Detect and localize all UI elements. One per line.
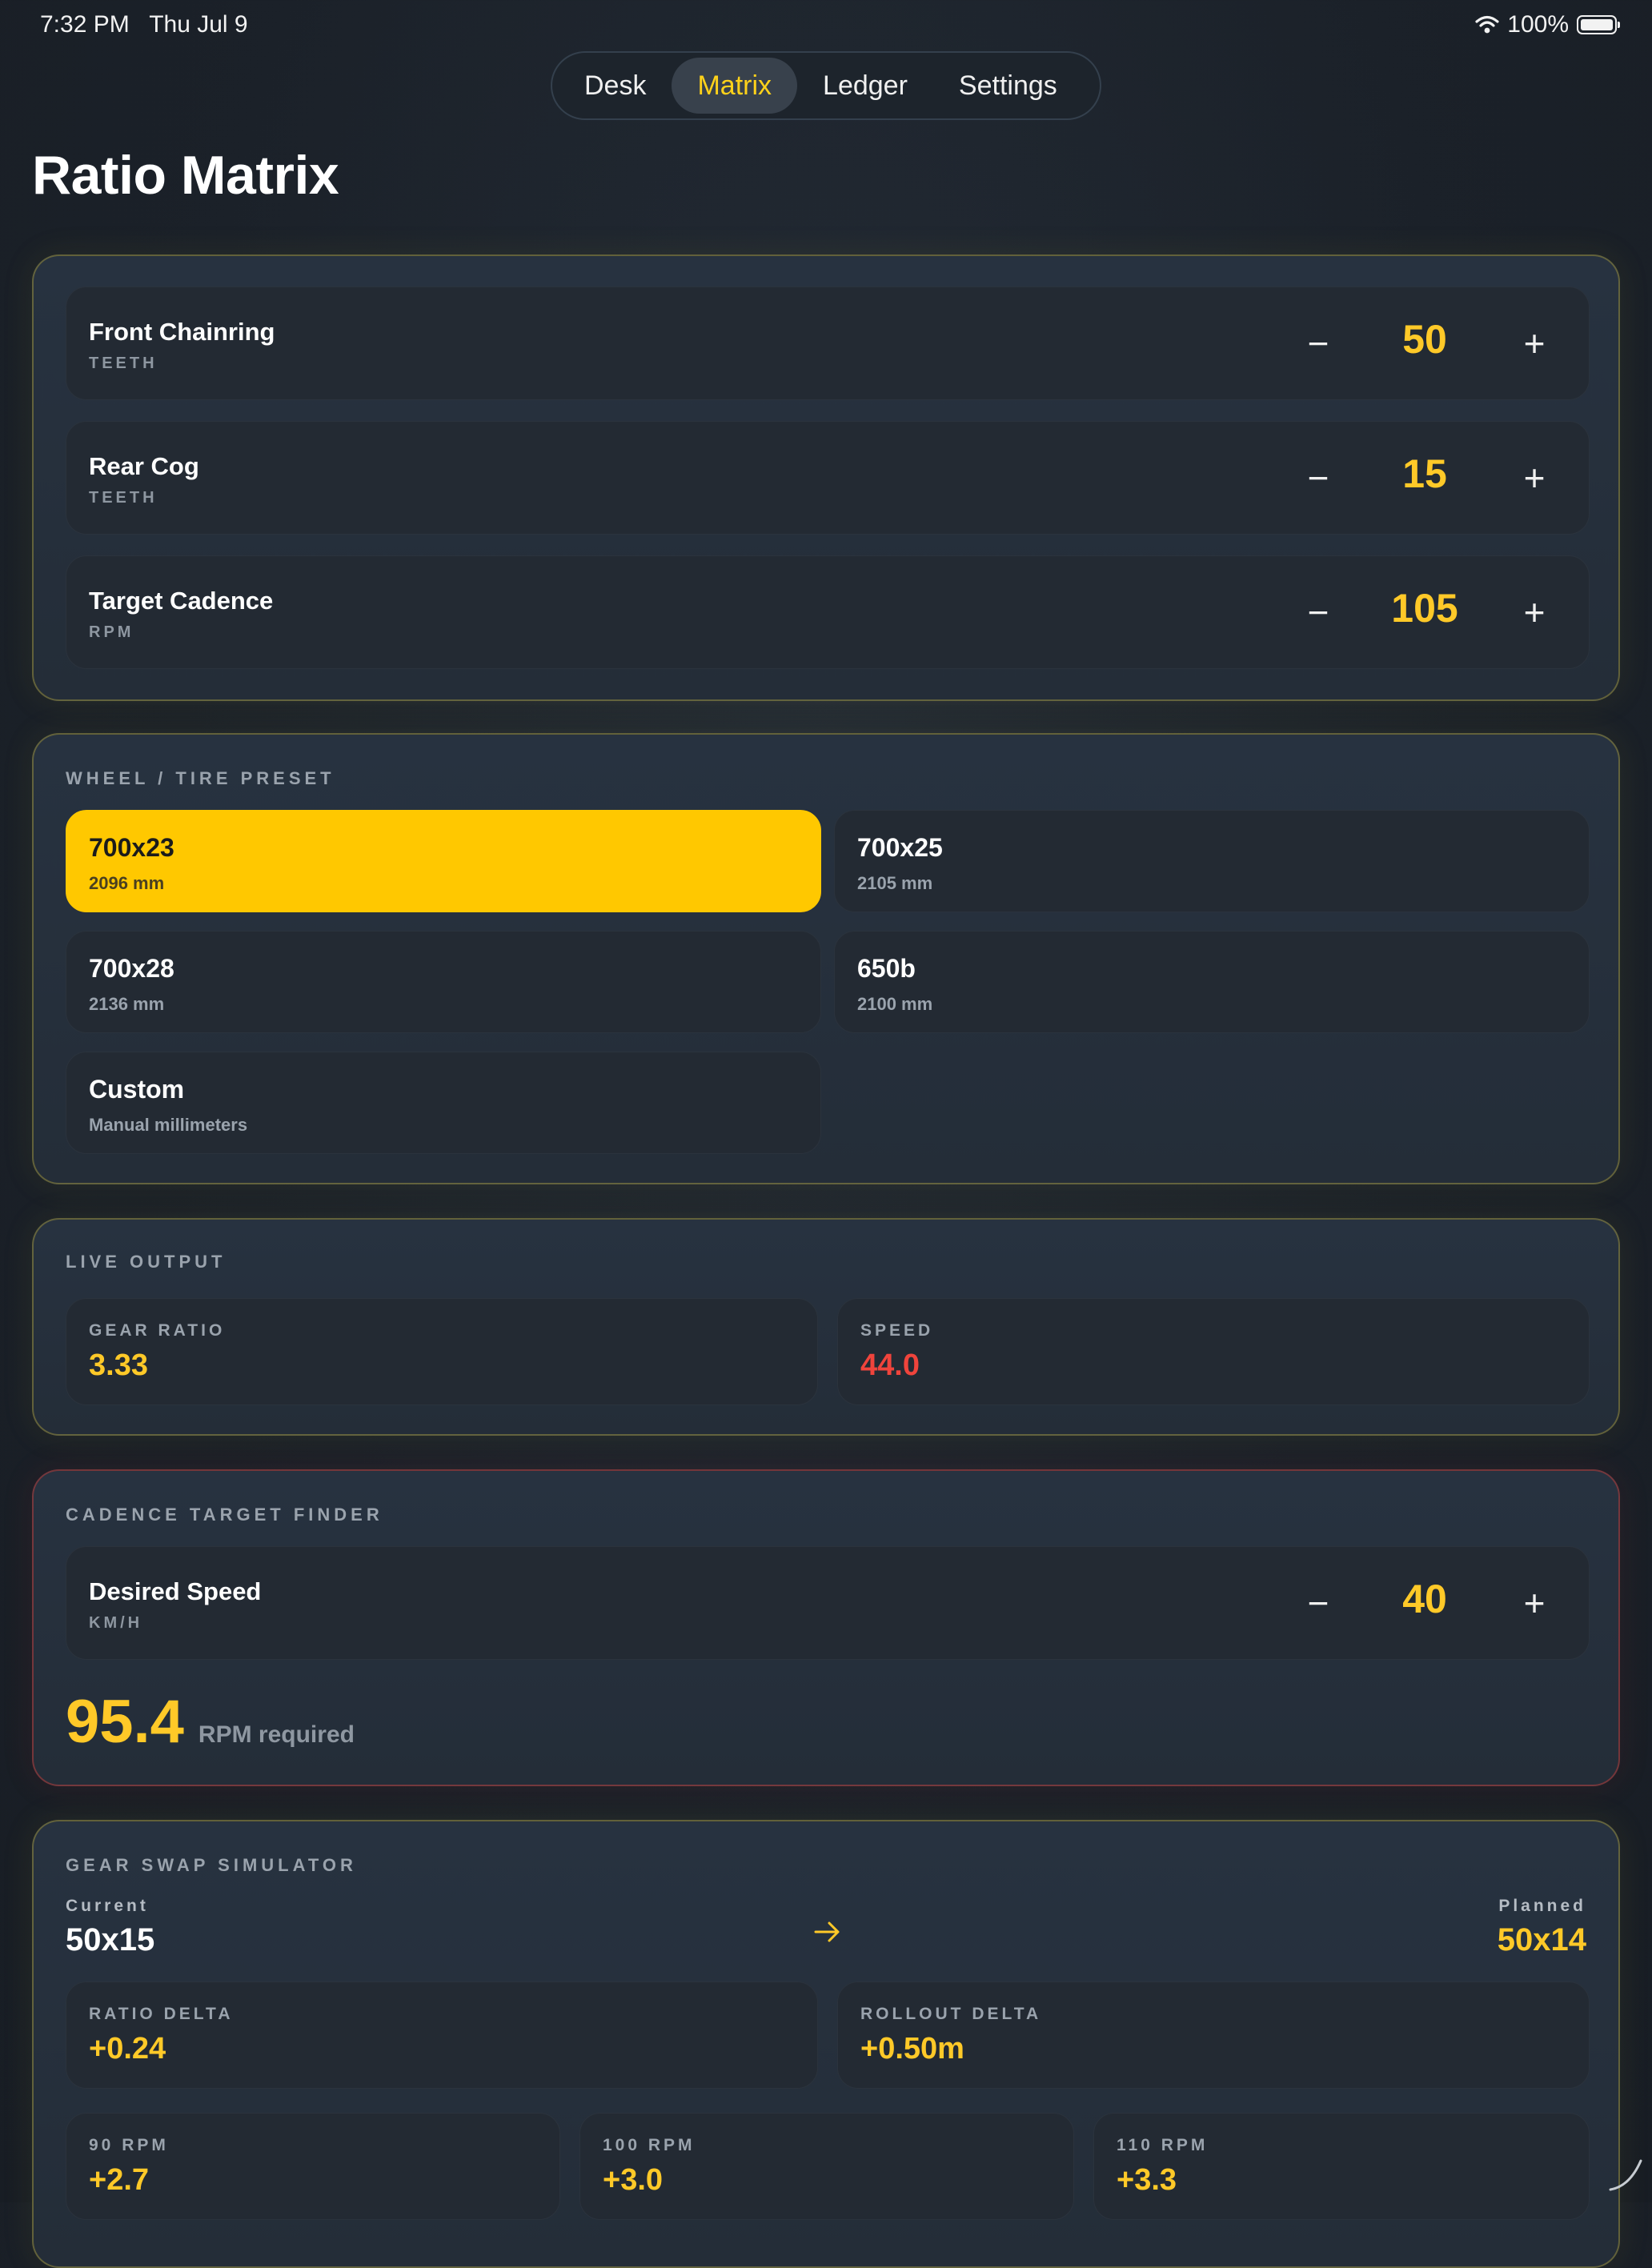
wifi-icon — [1475, 15, 1499, 34]
resize-handle-icon[interactable] — [1606, 2154, 1646, 2194]
metric-label: RATIO DELTA — [89, 2005, 234, 2023]
increment-button[interactable]: + — [1510, 1579, 1558, 1627]
stepper-value: 105 — [1391, 586, 1458, 631]
metric-value: +3.0 — [603, 2163, 664, 2197]
section-title: LIVE OUTPUT — [66, 1252, 227, 1272]
decrement-button[interactable]: − — [1294, 319, 1342, 367]
arrow-right-icon — [814, 1921, 840, 1942]
metric-value: +3.3 — [1117, 2163, 1177, 2197]
metric-value: +2.7 — [89, 2163, 150, 2197]
preset-size: 2100 mm — [857, 994, 933, 1014]
preset-name: Custom — [89, 1075, 185, 1104]
tab-desk[interactable]: Desk — [559, 58, 672, 114]
rollout-delta-value: +0.50m — [860, 2032, 964, 2066]
preset-size: 2136 mm — [89, 994, 165, 1014]
speed-value: 44.0 — [860, 1348, 920, 1382]
stepper-label: Desired Speed — [89, 1577, 262, 1605]
gear-ratio-metric: GEAR RATIO 3.33 — [66, 1298, 818, 1405]
cadence-finder-card: CADENCE TARGET FINDER Desired Speed KM/H… — [32, 1469, 1620, 1786]
stepper-label: Rear Cog — [89, 452, 199, 480]
required-cadence: 95.4 RPM required — [66, 1687, 355, 1757]
speed-metric: SPEED 44.0 — [837, 1298, 1590, 1405]
tab-settings[interactable]: Settings — [933, 58, 1083, 114]
preset-name: 700x25 — [857, 833, 943, 862]
increment-button[interactable]: + — [1510, 319, 1558, 367]
page-title: Ratio Matrix — [32, 145, 339, 206]
battery-icon — [1577, 15, 1620, 34]
preset-650b[interactable]: 650b 2100 mm — [834, 931, 1590, 1033]
metric-label: 90 RPM — [89, 2136, 169, 2154]
stepper-unit: RPM — [89, 623, 134, 641]
preset-name: 700x28 — [89, 954, 174, 983]
stepper-value: 40 — [1402, 1577, 1447, 1621]
rpm-speed-delta: 110 RPM +3.3 — [1093, 2113, 1590, 2220]
preset-700x25[interactable]: 700x25 2105 mm — [834, 810, 1590, 912]
live-output-card: LIVE OUTPUT GEAR RATIO 3.33 SPEED 44.0 — [32, 1218, 1620, 1436]
stepper-value: 15 — [1402, 451, 1447, 496]
preset-700x28[interactable]: 700x28 2136 mm — [66, 931, 821, 1033]
preset-size: 2096 mm — [89, 873, 165, 893]
stepper-unit: TEETH — [89, 489, 158, 507]
metric-label: 100 RPM — [603, 2136, 696, 2154]
gear-steppers-card: Front Chainring TEETH − 50 + Rear Cog TE… — [32, 254, 1620, 701]
status-bar: 7:32 PM Thu Jul 9 — [40, 11, 248, 38]
rear-cog-stepper: Rear Cog TEETH − 15 + — [66, 421, 1590, 535]
preset-custom[interactable]: Custom Manual millimeters — [66, 1052, 821, 1154]
preset-700x23[interactable]: 700x23 2096 mm — [66, 810, 821, 912]
rpm-speed-delta: 90 RPM +2.7 — [66, 2113, 560, 2220]
tab-matrix[interactable]: Matrix — [672, 58, 798, 114]
battery-percent: 100% — [1507, 11, 1569, 38]
decrement-button[interactable]: − — [1294, 454, 1342, 502]
rpm-speed-delta: 100 RPM +3.0 — [579, 2113, 1074, 2220]
preset-size: Manual millimeters — [89, 1115, 248, 1135]
status-date: Thu Jul 9 — [149, 11, 248, 38]
planned-gear: 50x14 — [1497, 1922, 1586, 1957]
stepper-unit: KM/H — [89, 1614, 143, 1632]
current-gear: 50x15 — [66, 1922, 155, 1957]
gear-ratio-value: 3.33 — [89, 1348, 148, 1382]
stepper-unit: TEETH — [89, 355, 158, 372]
gear-swap-card: GEAR SWAP SIMULATOR Current 50x15 Planne… — [32, 1820, 1620, 2268]
increment-button[interactable]: + — [1510, 588, 1558, 636]
decrement-button[interactable]: − — [1294, 1579, 1342, 1627]
metric-label: SPEED — [860, 1321, 934, 1340]
current-label: Current — [66, 1897, 149, 1915]
metric-label: 110 RPM — [1117, 2136, 1209, 2154]
metric-label: ROLLOUT DELTA — [860, 2005, 1042, 2023]
ratio-delta-metric: RATIO DELTA +0.24 — [66, 1981, 818, 2089]
stepper-label: Target Cadence — [89, 587, 274, 615]
target-cadence-stepper: Target Cadence RPM − 105 + — [66, 555, 1590, 669]
rollout-delta-metric: ROLLOUT DELTA +0.50m — [837, 1981, 1590, 2089]
metric-label: GEAR RATIO — [89, 1321, 226, 1340]
preset-size: 2105 mm — [857, 873, 933, 893]
ratio-delta-value: +0.24 — [89, 2032, 166, 2066]
wheel-preset-card: WHEEL / TIRE PRESET 700x23 2096 mm 700x2… — [32, 733, 1620, 1184]
front-chainring-stepper: Front Chainring TEETH − 50 + — [66, 287, 1590, 400]
stepper-value: 50 — [1402, 317, 1447, 362]
section-title: WHEEL / TIRE PRESET — [66, 768, 335, 788]
planned-label: Planned — [1498, 1897, 1586, 1915]
section-title: CADENCE TARGET FINDER — [66, 1505, 383, 1525]
status-indicators: 100% — [1475, 11, 1620, 38]
section-title: GEAR SWAP SIMULATOR — [66, 1855, 357, 1875]
tab-bar: Desk Matrix Ledger Settings — [551, 51, 1101, 120]
stepper-label: Front Chainring — [89, 318, 275, 346]
preset-name: 700x23 — [89, 833, 174, 862]
desired-speed-stepper: Desired Speed KM/H − 40 + — [66, 1546, 1590, 1660]
tab-ledger[interactable]: Ledger — [797, 58, 933, 114]
required-rpm-value: 95.4 — [66, 1688, 184, 1756]
required-rpm-suffix: RPM required — [198, 1721, 355, 1748]
status-time: 7:32 PM — [40, 11, 130, 38]
increment-button[interactable]: + — [1510, 454, 1558, 502]
decrement-button[interactable]: − — [1294, 588, 1342, 636]
preset-name: 650b — [857, 954, 916, 983]
